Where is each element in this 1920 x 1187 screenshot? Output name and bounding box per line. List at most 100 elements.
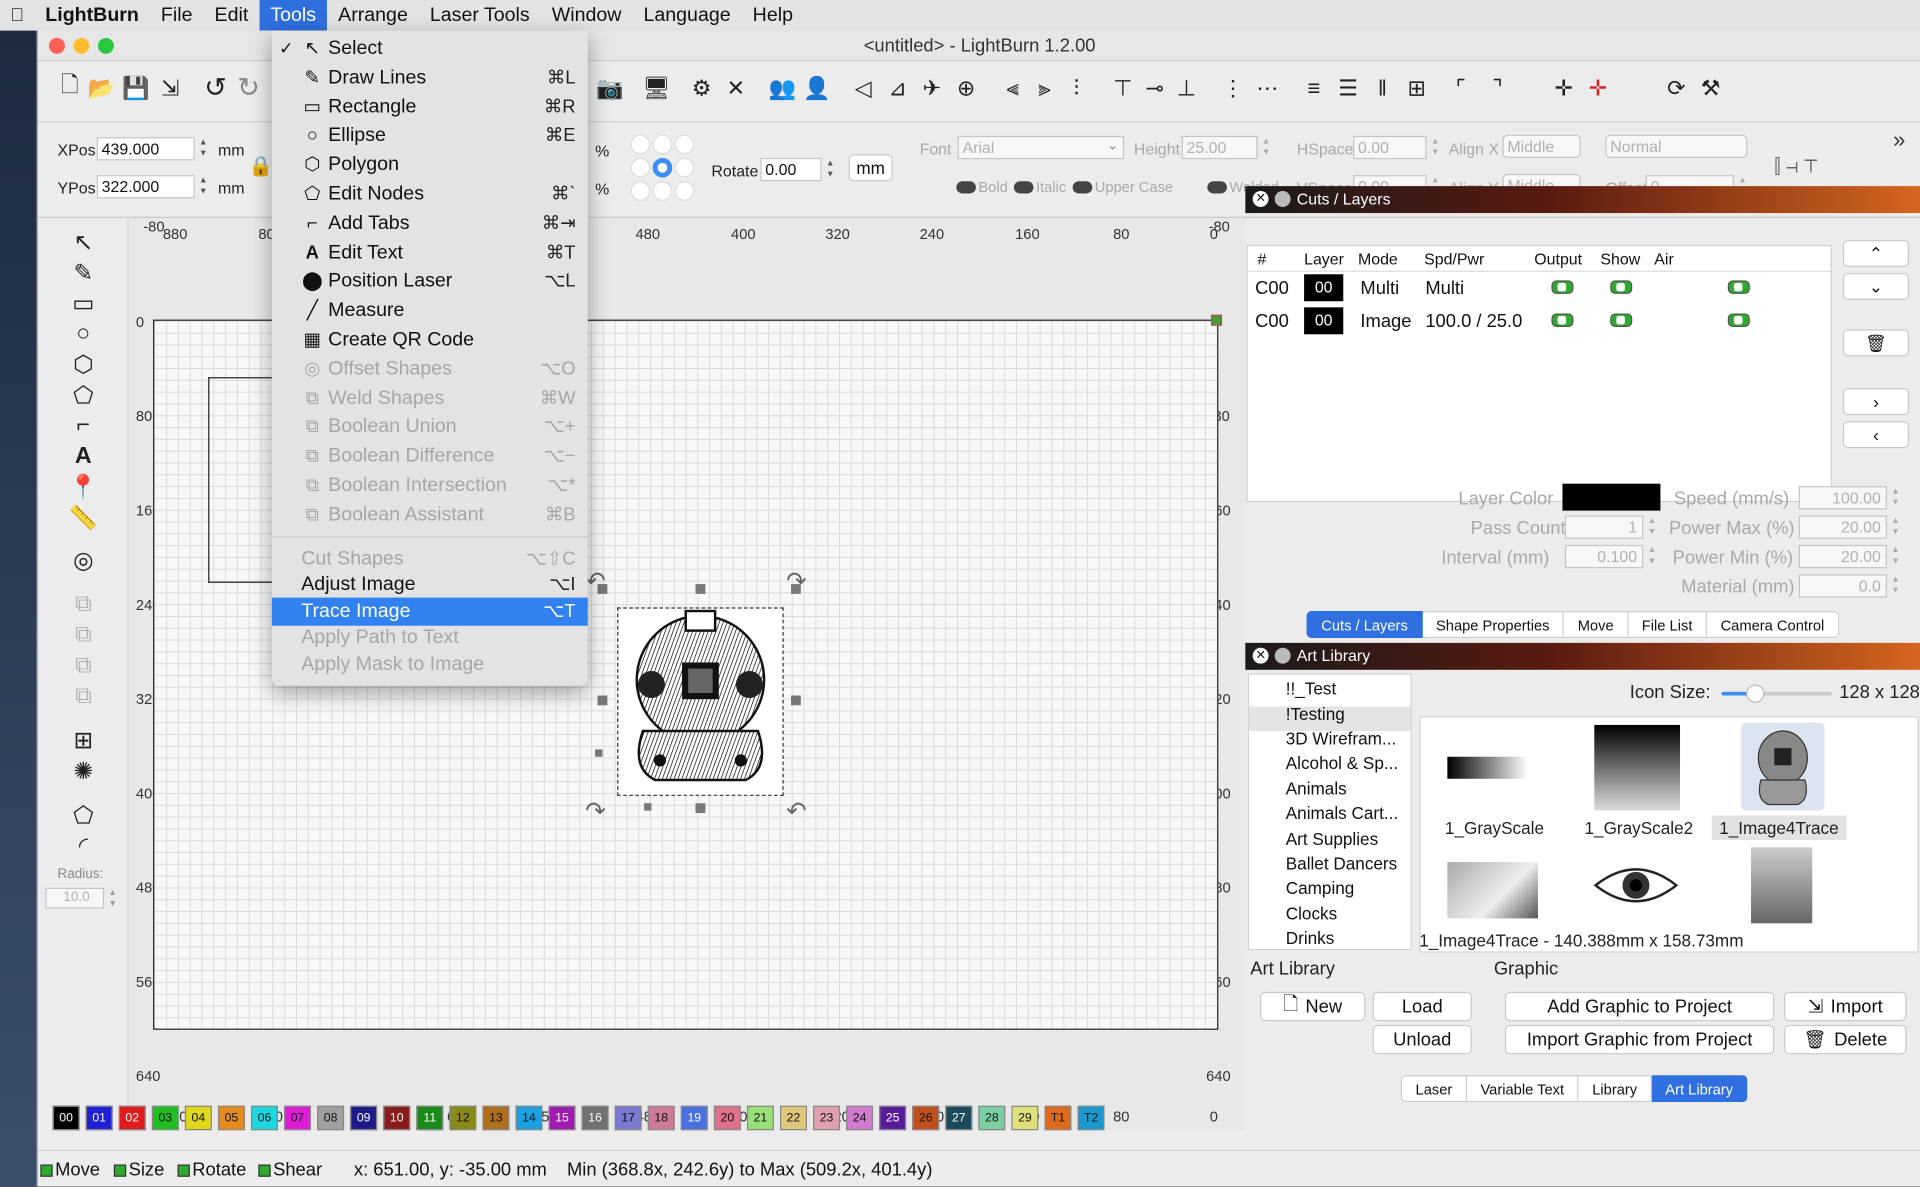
show-toggle[interactable] <box>1610 280 1633 294</box>
size-toggle[interactable]: Size <box>113 1160 164 1180</box>
menu-app[interactable]: LightBurn <box>34 0 150 31</box>
menu-item-boolean-difference[interactable]: ⧉ Boolean Difference ⌥− <box>272 442 588 470</box>
prev-layer-button[interactable]: ‹ <box>1842 421 1909 449</box>
rotate-handle-icon[interactable]: ↶ <box>585 566 606 597</box>
layer-spdpwr[interactable]: Multi <box>1425 278 1464 299</box>
palette-swatch[interactable]: 17 <box>614 1105 642 1131</box>
library-item[interactable]: Ballet Dancers <box>1286 853 1397 873</box>
palette-swatch[interactable]: 04 <box>184 1105 212 1131</box>
lock-icon[interactable]: 🔒 <box>249 154 273 178</box>
align-bottom-icon[interactable]: ⊥ <box>1172 73 1201 102</box>
palette-swatch[interactable]: 20 <box>713 1105 741 1131</box>
resize-handle[interactable] <box>644 803 652 811</box>
palette-swatch[interactable]: 03 <box>151 1105 179 1131</box>
target-icon[interactable]: ⊕ <box>951 73 980 102</box>
palette-swatch[interactable]: 14 <box>515 1105 543 1131</box>
rectangle-tool-icon[interactable]: ▭ <box>67 289 99 318</box>
palette-swatch[interactable]: 01 <box>85 1105 113 1131</box>
menu-help[interactable]: Help <box>742 0 804 31</box>
distribute-v-icon[interactable]: ⋯ <box>1253 73 1282 102</box>
corner-radius-icon[interactable]: ◜ <box>67 831 99 860</box>
save-icon[interactable]: 💾 <box>121 73 150 102</box>
close-panel-icon[interactable]: ✕ <box>1252 647 1269 664</box>
output-toggle[interactable] <box>1551 313 1574 327</box>
text-style-select[interactable]: Normal <box>1605 134 1748 158</box>
array-grid-icon[interactable]: ⊞ <box>67 726 99 755</box>
text-align-icon[interactable]: ⫿ ⊣ ⊤ <box>1774 157 1817 179</box>
palette-swatch[interactable]: 24 <box>846 1105 874 1131</box>
graphic-label-selected[interactable]: 1_Image4Trace <box>1711 815 1846 841</box>
import-graphic-from-project-button[interactable]: Import Graphic from Project <box>1504 1024 1775 1055</box>
menu-item-draw-lines[interactable]: ✎ Draw Lines ⌘L <box>272 63 588 91</box>
library-item[interactable]: Alcohol & Sp... <box>1286 753 1398 773</box>
make-same-width-icon[interactable]: ☰ <box>1333 73 1362 102</box>
palette-swatch[interactable]: 15 <box>548 1105 576 1131</box>
add-tabs-tool-icon[interactable]: ⌐ <box>67 411 99 440</box>
menu-item-measure[interactable]: ╱ Measure <box>272 297 588 325</box>
machine-icon[interactable]: ⚒ <box>1696 73 1725 102</box>
circular-array-icon[interactable]: ✺ <box>67 757 99 786</box>
pass-count-stepper[interactable]: ▲ ▼ <box>1646 516 1658 539</box>
power-max-input[interactable]: 20.00 <box>1798 515 1887 539</box>
load-library-button[interactable]: Load <box>1372 991 1472 1022</box>
rectangle-shape[interactable] <box>208 377 277 583</box>
rotate-handle-icon[interactable]: ↷ <box>585 796 606 827</box>
layer-color-swatch[interactable] <box>1562 483 1661 511</box>
menu-item-apply-path-to-text[interactable]: Apply Path to Text <box>272 623 588 651</box>
palette-swatch[interactable]: 09 <box>350 1105 378 1131</box>
tab-variable-text[interactable]: Variable Text <box>1466 1075 1579 1103</box>
ellipse-tool-icon[interactable]: ○ <box>67 320 99 349</box>
rotate-handle-icon[interactable]: ↷ <box>786 566 807 597</box>
delete-graphic-button[interactable]: 🗑 Delete <box>1784 1024 1907 1055</box>
redo-icon[interactable]: ↻ <box>234 72 263 103</box>
menu-item-apply-mask-to-image[interactable]: Apply Mask to Image <box>272 650 588 678</box>
material-stepper[interactable]: ▲ ▼ <box>1889 574 1901 597</box>
ypos-stepper[interactable]: ▲ ▼ <box>197 175 209 198</box>
palette-swatch[interactable]: 22 <box>780 1105 807 1131</box>
icon-size-slider[interactable] <box>1721 684 1832 703</box>
hspace-stepper[interactable]: ▲ ▼ <box>1429 136 1441 159</box>
origin-crosshair-icon[interactable]: ✛ <box>1549 73 1578 102</box>
palette-swatch[interactable]: 29 <box>1011 1105 1039 1131</box>
menu-item-boolean-union[interactable]: ⧉ Boolean Union ⌥+ <box>272 413 588 441</box>
move-toggle[interactable]: Move <box>40 1160 100 1180</box>
layer-swatch[interactable]: 00 <box>1304 307 1344 335</box>
upper-case-toggle[interactable] <box>1072 181 1093 194</box>
align-top-icon[interactable]: ⊤ <box>1108 73 1137 102</box>
laser-origin-icon[interactable]: ✛ <box>1583 73 1612 102</box>
palette-swatch[interactable]: 06 <box>251 1105 278 1131</box>
layer-row-number[interactable]: C00 <box>1255 311 1289 332</box>
shear-toggle[interactable]: Shear <box>258 1160 322 1180</box>
new-library-button[interactable]: 🗋 New <box>1260 991 1366 1022</box>
palette-swatch[interactable]: 21 <box>746 1105 774 1131</box>
measure-tool-icon[interactable]: 📏 <box>67 503 99 532</box>
make-same-height-icon[interactable]: ‖ <box>1368 73 1397 102</box>
resize-handle[interactable] <box>695 803 706 814</box>
hspace-input[interactable]: 0.00 <box>1353 135 1427 160</box>
tab-cuts-layers[interactable]: Cuts / Layers <box>1306 611 1423 638</box>
menu-item-position-laser[interactable]: ⬤ Position Laser ⌥L <box>272 267 588 295</box>
xpos-input[interactable]: 439.000 <box>96 137 195 161</box>
palette-swatch[interactable]: 26 <box>912 1105 940 1131</box>
rotate-tool-icon[interactable]: ✈ <box>917 73 946 102</box>
palette-swatch[interactable]: 16 <box>581 1105 609 1131</box>
dock-icon[interactable]: ⊞ <box>1402 73 1431 102</box>
tab-shape-properties[interactable]: Shape Properties <box>1422 611 1565 638</box>
air-toggle[interactable] <box>1727 280 1750 294</box>
settings-gear-icon[interactable]: ⚙ <box>687 73 716 102</box>
palette-swatch[interactable]: 13 <box>482 1105 510 1131</box>
weld-tool-icon[interactable]: ⧉ <box>67 590 99 619</box>
menu-item-boolean-assistant[interactable]: ⧉ Boolean Assistant ⌘B <box>272 501 588 529</box>
icon-size-slider-knob[interactable] <box>1746 684 1765 703</box>
menu-item-edit-nodes[interactable]: ⬠ Edit Nodes ⌘` <box>272 180 588 208</box>
rotate-handle-icon[interactable]: ↶ <box>786 796 807 827</box>
anchor-radio-br[interactable] <box>674 181 695 201</box>
graphic-thumb-grayscale2[interactable] <box>1594 724 1681 811</box>
anchor-radio-center[interactable] <box>652 157 673 178</box>
group-icon[interactable]: 👥 <box>768 73 797 102</box>
palette-swatch[interactable]: 12 <box>449 1105 477 1131</box>
menu-item-adjust-image[interactable]: Adjust Image ⌥I <box>272 571 588 599</box>
bold-toggle[interactable] <box>956 181 976 194</box>
open-folder-icon[interactable]: 📂 <box>87 73 116 102</box>
graphic-thumb-image4trace[interactable] <box>1741 722 1825 811</box>
